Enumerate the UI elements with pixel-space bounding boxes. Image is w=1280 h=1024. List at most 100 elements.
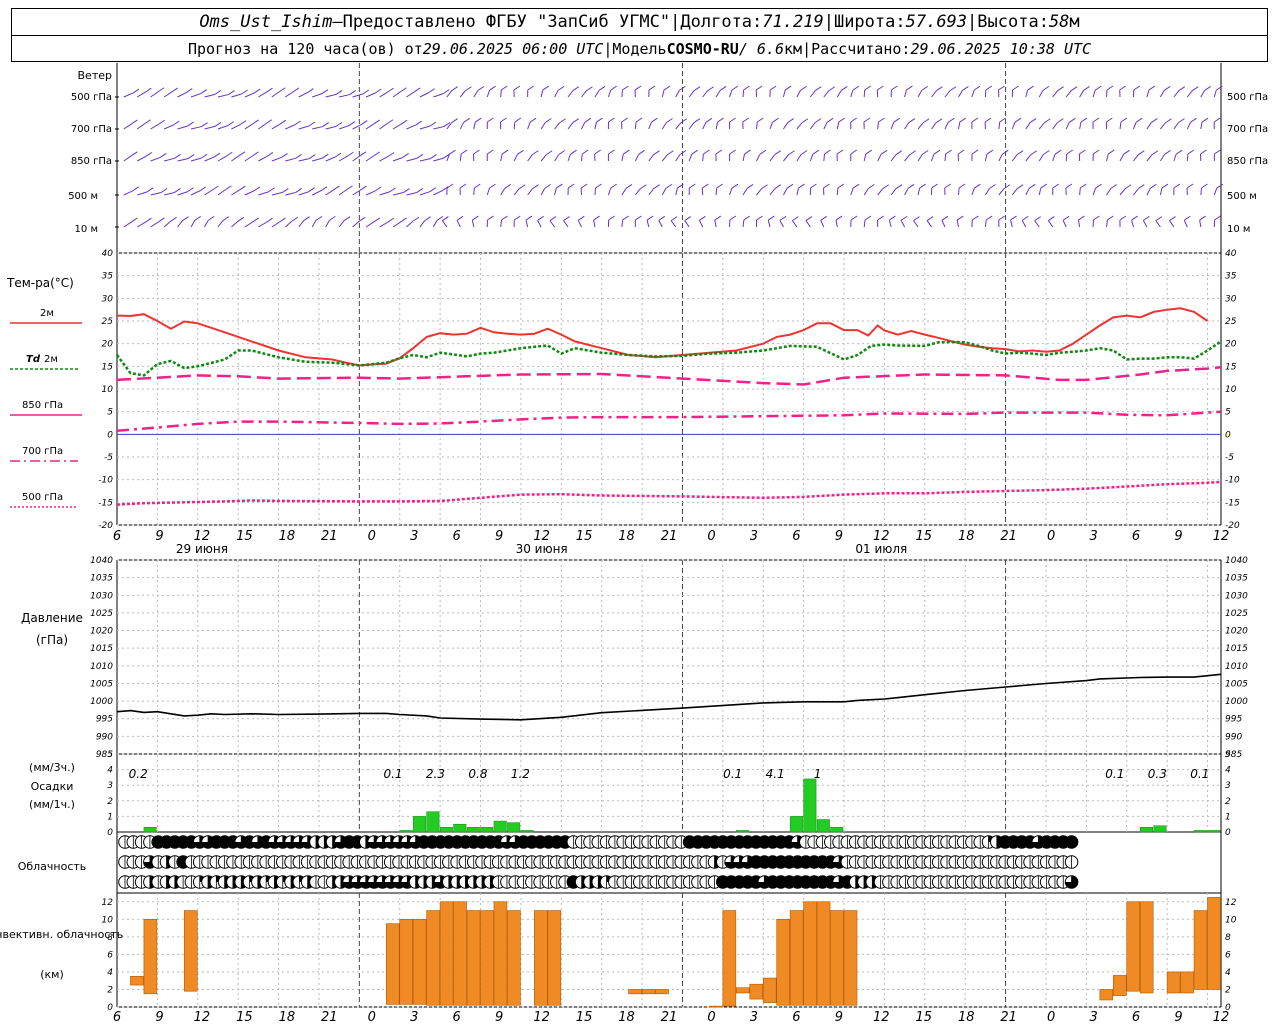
wind-barb-flag (335, 121, 343, 127)
wind-barb-flag (665, 183, 673, 189)
wind-barb-shaft (540, 188, 546, 196)
y-tick-label-pressure: 1040 (90, 556, 113, 566)
wind-barb-flag (1083, 86, 1090, 91)
wind-barb-flag (699, 215, 706, 221)
wind-barb-flag (812, 149, 820, 155)
wind-barb-shaft (1155, 220, 1161, 228)
wind-barb-flag (1120, 117, 1128, 123)
wind-barb-shaft (217, 220, 224, 228)
wind-barb-flag (373, 119, 381, 125)
wind-barb-shaft (365, 221, 375, 228)
wind-barb-shaft (904, 188, 909, 196)
wind-barb-flag (358, 216, 366, 222)
wind-barb-shaft (702, 122, 707, 130)
precip-bar (507, 822, 521, 833)
y-tick-label-pressure-right: 1035 (1225, 574, 1248, 584)
wind-barb-shaft (658, 220, 663, 228)
wind-barb-flag (279, 217, 286, 223)
cloud-cover-symbol (1064, 835, 1079, 849)
wind-barb-flag (1028, 183, 1036, 189)
wind-barb-flag (567, 183, 575, 189)
wind-barb-flag (308, 121, 316, 127)
wind-barb-flag (1151, 118, 1158, 123)
wind-barb-flag (1119, 215, 1127, 221)
wind-barb-flag (1201, 117, 1209, 123)
wind-barb-flag (266, 217, 273, 223)
y-tick-label-convective-right: 8 (1225, 933, 1231, 943)
wind-barb-flag (157, 87, 165, 93)
y-tick-label-temp-right: 10 (1225, 385, 1237, 395)
wind-barb-flag (1165, 118, 1172, 124)
wind-barb-shaft (163, 124, 174, 130)
temperature-panel: -20 -20 -15 -15 -10 -10 -5 -5 0 0 5 5 10 10 15 15 20 20 25… (98, 249, 1240, 531)
wind-barb-flag (145, 217, 152, 223)
wind-barb-flag (1106, 117, 1113, 123)
convective-bar (816, 901, 831, 1006)
wind-barb-shaft (1106, 153, 1109, 162)
convective-bar (1166, 971, 1181, 994)
y-tick-label-convective: 12 (102, 898, 114, 908)
day-label: 30 июня (516, 542, 568, 556)
wind-level-500m-right: 500 м (1227, 191, 1257, 202)
wind-barb-flag (1150, 183, 1157, 189)
wind-barb-flag (838, 117, 845, 123)
wind-barb-flag (774, 184, 782, 190)
wind-barb-shaft (1034, 220, 1040, 228)
precip-total-label: 0.1 (1190, 767, 1209, 781)
y-tick-label-convective-right: 10 (1225, 915, 1237, 925)
convective-bar (1139, 901, 1154, 994)
wind-barb-shaft (1133, 122, 1137, 130)
wind-barb-flag (1110, 184, 1117, 189)
wind-barb-flag (387, 152, 395, 157)
wind-barb-flag (185, 88, 193, 93)
precip-total-label: 1 (814, 767, 822, 781)
wind-barb-flag (919, 183, 926, 189)
wind-barb-shaft (204, 220, 209, 228)
wind-barb-flag (891, 85, 898, 91)
y-tick-label-pressure: 990 (96, 732, 113, 742)
convective-bar (399, 919, 413, 1005)
wind-barb-flag (1042, 85, 1050, 91)
wind-barb-flag (486, 149, 494, 155)
y-tick-label-convective-right: 2 (1225, 985, 1231, 995)
wind-barb-flag (1184, 215, 1191, 221)
wind-barb-flag (400, 119, 408, 125)
wind-barb-flag (1199, 215, 1206, 221)
wind-barb-flag (400, 87, 407, 93)
wind-barb-flag (941, 215, 949, 221)
y-tick-label-precip-right: 1 (1225, 812, 1231, 822)
wind-barb-shaft (338, 155, 348, 162)
wind-barb-shaft (1146, 154, 1153, 162)
wind-barb-shaft (365, 155, 374, 162)
wind-barb-shaft (917, 187, 921, 196)
wind-barb-flag (403, 188, 410, 193)
wind-barb-shaft (1183, 220, 1188, 228)
wind-barb-shaft (433, 126, 445, 130)
wind-barb-shaft (338, 125, 350, 130)
wind-barb-shaft (836, 121, 840, 130)
wind-barb-flag (348, 121, 356, 126)
wind-barb-flag (743, 85, 750, 91)
wind-barb-flag (593, 215, 600, 221)
wind-barb-shaft (1159, 154, 1165, 162)
convective-bar (493, 901, 508, 1006)
wind-barb-flag (430, 154, 437, 160)
x-tick-label-bottom: 15 (236, 1010, 253, 1024)
precip-bar (816, 819, 830, 833)
convective-bar (439, 901, 454, 1006)
wind-barb-shaft (877, 121, 879, 130)
wind-barb-shaft (1077, 219, 1081, 228)
wind-barbs-panel (115, 85, 1224, 228)
y-tick-label-temp-right: 35 (1225, 272, 1237, 282)
wind-barb-flag (863, 117, 871, 123)
wind-barb-shaft (917, 122, 924, 130)
wind-barb-flag (1169, 216, 1176, 221)
y-tick-label-pressure: 1000 (90, 697, 113, 707)
wind-barb-shaft (648, 154, 654, 162)
y-tick-label-temp: 30 (102, 294, 114, 304)
wind-barb-flag (1057, 86, 1064, 92)
wind-barb-shaft (796, 187, 800, 196)
wind-barb-flag (906, 85, 913, 91)
wind-barb-flag (442, 89, 450, 95)
x-tick-label-bottom: 0 (368, 1010, 376, 1024)
